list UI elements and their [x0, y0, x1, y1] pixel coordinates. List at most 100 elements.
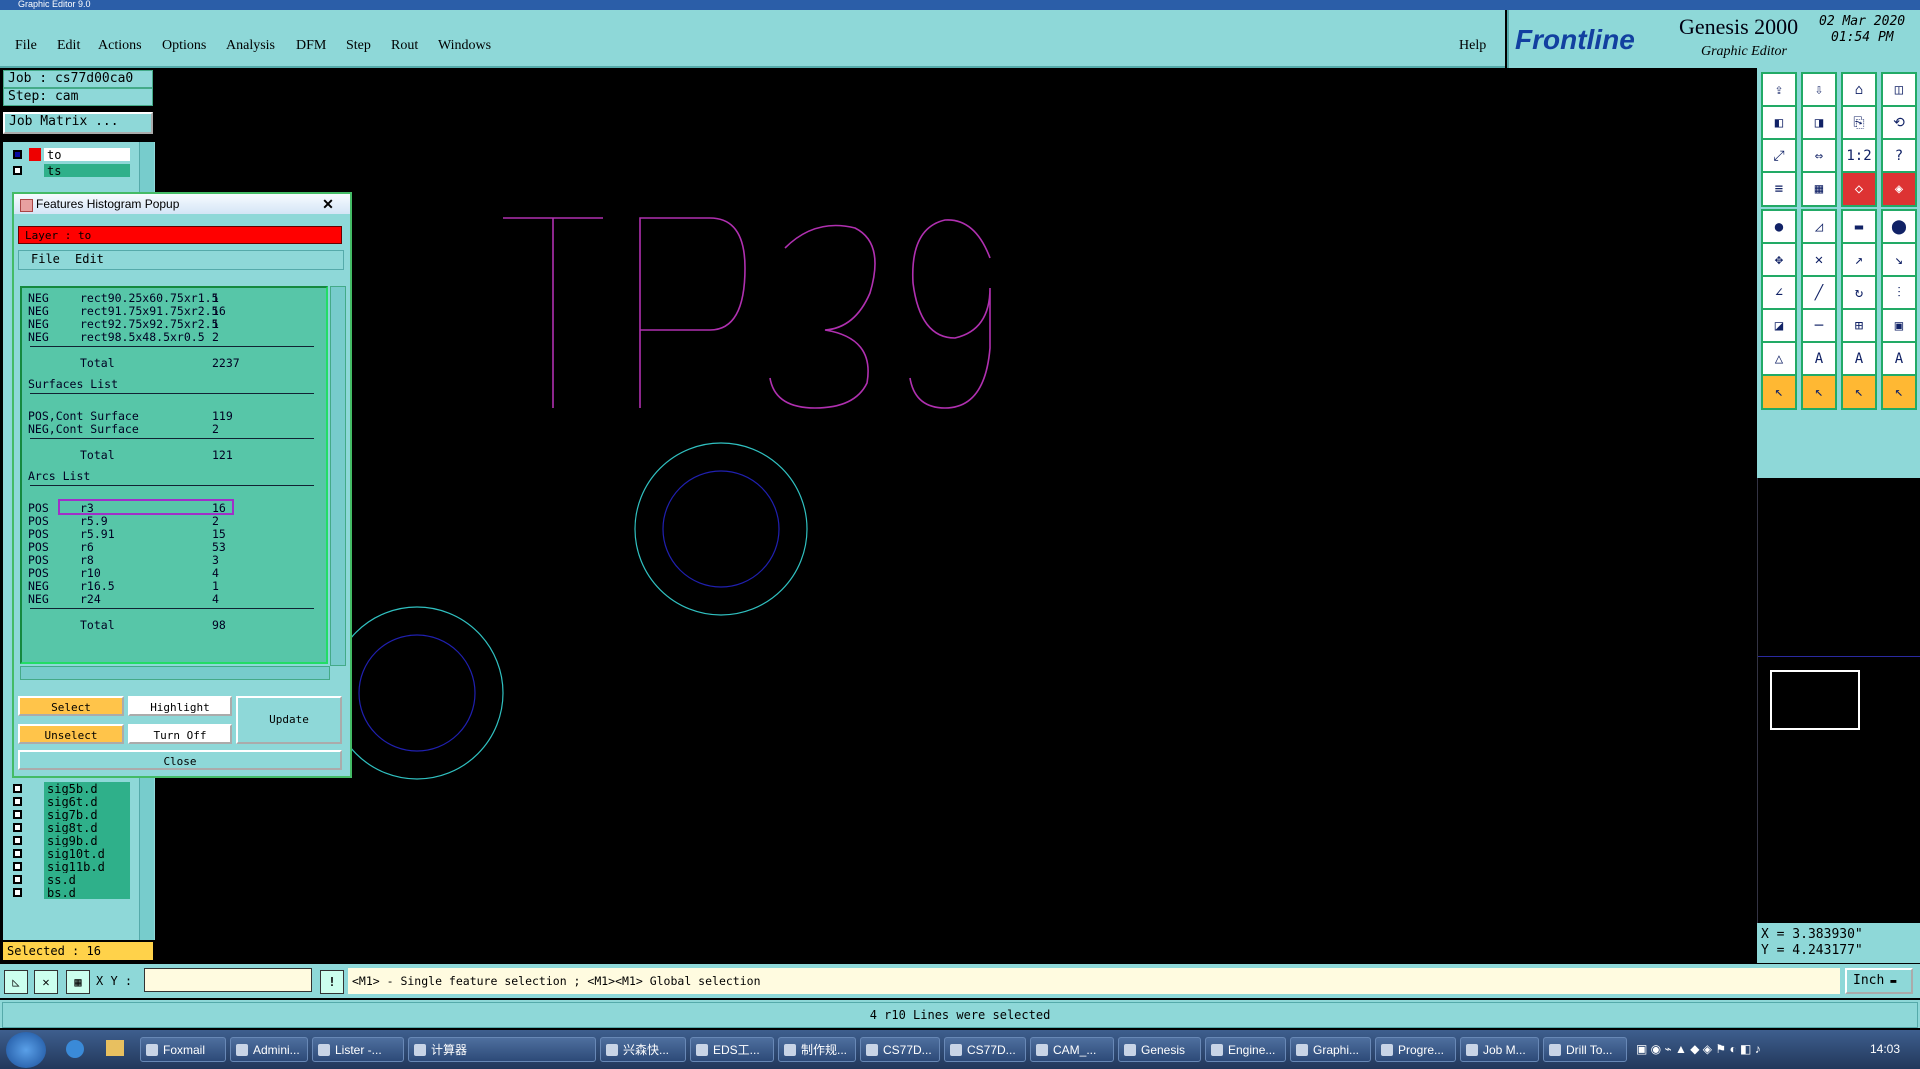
units-dropdown[interactable]: Inch ▬	[1845, 968, 1913, 994]
circle-icon[interactable]: ⬤	[1881, 209, 1917, 245]
pad-outer-circle[interactable]	[330, 606, 504, 780]
layer-checkbox[interactable]	[13, 862, 22, 871]
graphic-canvas[interactable]	[155, 68, 1755, 963]
pad-icon[interactable]: ●	[1761, 209, 1797, 245]
zoom-in-icon[interactable]: ⇔	[1801, 138, 1837, 174]
box-plus-icon[interactable]: ⊞	[1841, 308, 1877, 344]
close-icon[interactable]: ✕	[310, 195, 346, 213]
layer-checkbox[interactable]	[13, 823, 22, 832]
arrow-ne-icon[interactable]: ↗	[1841, 242, 1877, 278]
taskbar-item[interactable]: CAM_...	[1030, 1037, 1114, 1062]
menu-file[interactable]: File	[15, 38, 37, 54]
taskbar-item[interactable]: CS77D...	[944, 1037, 1026, 1062]
copy-icon[interactable]: ⎘	[1841, 105, 1877, 141]
pad-outer-circle[interactable]	[634, 442, 808, 616]
histogram-hscrollbar[interactable]	[20, 666, 330, 680]
layer-checkbox[interactable]	[13, 797, 22, 806]
delete-icon[interactable]: ✕	[1801, 242, 1837, 278]
text-icon[interactable]: A	[1801, 341, 1837, 377]
taskbar-item[interactable]: Lister -...	[312, 1037, 404, 1062]
layer-checkbox[interactable]	[13, 888, 22, 897]
taskbar-item[interactable]: Engine...	[1205, 1037, 1286, 1062]
overview-map[interactable]	[1757, 478, 1920, 923]
layer-checkbox[interactable]	[13, 810, 22, 819]
menu-help[interactable]: Help	[1459, 38, 1486, 54]
help-icon[interactable]: ?	[1881, 138, 1917, 174]
snap-icon[interactable]: ◺	[4, 970, 28, 994]
pointer-icon[interactable]: ↖	[1841, 374, 1877, 410]
menu-windows[interactable]: Windows	[438, 38, 491, 54]
menu-options[interactable]: Options	[162, 38, 206, 54]
taskbar-item[interactable]: EDS工...	[690, 1037, 774, 1062]
popup-menu-file[interactable]: File	[31, 251, 60, 267]
zoom-fit-icon[interactable]: ⤢	[1761, 138, 1797, 174]
measure-icon[interactable]: ✕	[34, 970, 58, 994]
pointer-icon[interactable]: ↖	[1801, 374, 1837, 410]
grid-icon[interactable]: ▦	[1801, 171, 1837, 207]
line-icon[interactable]: ▬	[1841, 209, 1877, 245]
layer-checkbox[interactable]	[13, 166, 22, 175]
taskbar-item[interactable]: Job M...	[1460, 1037, 1539, 1062]
arrow-se-icon[interactable]: ↘	[1881, 242, 1917, 278]
triangle-icon[interactable]: △	[1761, 341, 1797, 377]
ie-icon[interactable]	[66, 1040, 84, 1058]
text-icon[interactable]: A	[1841, 341, 1877, 377]
menu-rout[interactable]: Rout	[391, 38, 418, 54]
layer-checkbox[interactable]	[13, 836, 22, 845]
taskbar-item[interactable]: 计算器	[408, 1037, 596, 1062]
xy-input[interactable]	[144, 968, 312, 992]
taskbar-item[interactable]: 制作规...	[778, 1037, 856, 1062]
update-button[interactable]: Update	[236, 696, 342, 744]
menu-step[interactable]: Step	[346, 38, 371, 54]
move-icon[interactable]: ✥	[1761, 242, 1797, 278]
polygon-icon[interactable]: ◿	[1801, 209, 1837, 245]
histogram-list[interactable]: NEG rect90.25x60.75xr1.5 1 NEG rect91.75x91.…	[20, 286, 328, 664]
layer-down-icon[interactable]: ⇩	[1801, 72, 1837, 108]
home-icon[interactable]: ⌂	[1841, 72, 1877, 108]
window-icon[interactable]: ◫	[1881, 72, 1917, 108]
taskbar-item[interactable]: 兴森快...	[600, 1037, 686, 1062]
selected-row-highlight[interactable]	[58, 499, 234, 515]
taskbar-item[interactable]: Progre...	[1375, 1037, 1456, 1062]
rotate-icon[interactable]: ↻	[1841, 275, 1877, 311]
menu-edit[interactable]: Edit	[57, 38, 80, 54]
turn-off-button[interactable]: Turn Off	[128, 724, 232, 744]
map-viewport-box[interactable]	[1770, 670, 1860, 730]
align-icon[interactable]: ⫶	[1881, 275, 1917, 311]
histogram-vscrollbar[interactable]	[330, 286, 346, 666]
select-button[interactable]: Select	[18, 696, 124, 716]
pointer-icon[interactable]: ↖	[1881, 374, 1917, 410]
slash-icon[interactable]: ╱	[1801, 275, 1837, 311]
folder-icon[interactable]	[106, 1040, 124, 1056]
pad-inner-circle[interactable]	[662, 470, 780, 588]
layer-checkbox[interactable]	[13, 150, 22, 159]
layer-checkbox[interactable]	[13, 849, 22, 858]
job-matrix-button[interactable]: Job Matrix ...	[3, 112, 153, 134]
taskbar-item[interactable]: Genesis	[1118, 1037, 1201, 1062]
shape-icon[interactable]: ◇	[1841, 171, 1877, 207]
dash-icon[interactable]: ─	[1801, 308, 1837, 344]
layer-row[interactable]: to	[9, 148, 130, 163]
highlight-button[interactable]: Highlight	[128, 696, 232, 716]
grid-icon[interactable]: ▦	[66, 970, 90, 994]
layer-up-icon[interactable]: ⇪	[1761, 72, 1797, 108]
layer-checkbox[interactable]	[13, 784, 22, 793]
diamond-icon[interactable]: ◈	[1881, 171, 1917, 207]
layer-row[interactable]: bs.d	[9, 886, 130, 901]
info-icon[interactable]: !	[320, 970, 344, 994]
menu-dfm[interactable]: DFM	[296, 38, 326, 54]
box-icon[interactable]: ▣	[1881, 308, 1917, 344]
tray-icons[interactable]: ▣ ◉ ⌁ ▲ ◆ ◈ ⚑ ◐ ◧ ♪	[1636, 1042, 1761, 1056]
taskbar-item[interactable]: Drill To...	[1543, 1037, 1627, 1062]
undo-icon[interactable]: ⟲	[1881, 105, 1917, 141]
taskbar-item[interactable]: CS77D...	[860, 1037, 940, 1062]
start-button[interactable]	[6, 1032, 46, 1068]
fill-icon[interactable]: ◪	[1761, 308, 1797, 344]
list-icon[interactable]: ≡	[1761, 171, 1797, 207]
unselect-button[interactable]: Unselect	[18, 724, 124, 744]
taskbar-item[interactable]: Admini...	[230, 1037, 308, 1062]
popup-close-button[interactable]: Close	[18, 750, 342, 770]
taskbar-item[interactable]: Graphi...	[1290, 1037, 1371, 1062]
scale-icon[interactable]: 1:2	[1841, 138, 1877, 174]
layer-row[interactable]: ts	[9, 164, 130, 179]
